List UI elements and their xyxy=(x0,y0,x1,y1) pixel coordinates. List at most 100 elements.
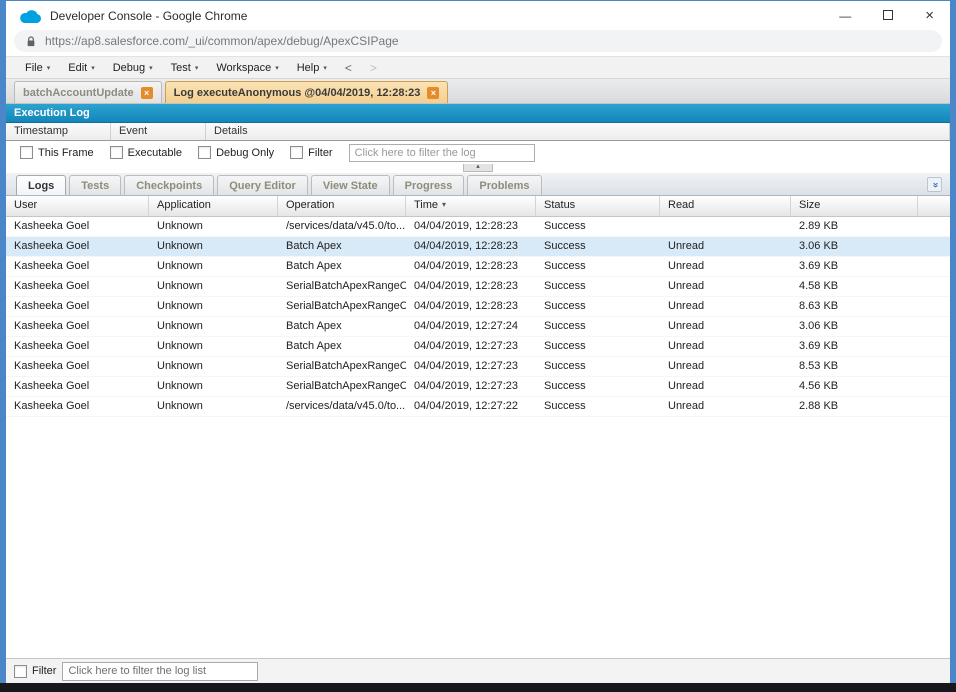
log-cell-spacer xyxy=(918,217,950,236)
menu-help[interactable]: Help ▾ xyxy=(288,59,336,77)
log-cell-read: Unread xyxy=(668,400,705,412)
column-header-user[interactable]: User xyxy=(6,196,149,216)
column-header-operation[interactable]: Operation xyxy=(278,196,406,216)
log-cell-application: Unknown xyxy=(157,260,203,272)
log-cell-time: 04/04/2019, 12:28:23 xyxy=(414,260,518,272)
log-row[interactable]: Kasheeka Goel Unknown SerialBatchApexRange… xyxy=(6,357,950,377)
menu-workspace[interactable]: Workspace ▾ xyxy=(207,59,287,77)
log-cell-time: 04/04/2019, 12:28:23 xyxy=(414,300,518,312)
tab-checkpoints[interactable]: Checkpoints xyxy=(124,175,215,195)
log-row[interactable]: Kasheeka Goel Unknown Batch Apex 04/04/2019… xyxy=(6,257,950,277)
column-header-time[interactable]: Time ▾ xyxy=(406,196,536,216)
log-row[interactable]: Kasheeka Goel Unknown SerialBatchApexRange… xyxy=(6,277,950,297)
checkbox-icon[interactable] xyxy=(14,664,27,678)
collapse-panel-button[interactable]: » xyxy=(927,177,942,192)
menu-test[interactable]: Test ▾ xyxy=(162,59,208,77)
log-cell-status: Success xyxy=(544,360,586,372)
column-header-spacer xyxy=(918,196,950,216)
nav-forward-button[interactable]: > xyxy=(361,61,386,75)
menu-file[interactable]: File ▾ xyxy=(16,59,59,77)
maximize-button[interactable] xyxy=(883,9,894,22)
filter-checkbox-filter[interactable]: Filter xyxy=(290,146,333,159)
tab-label: Tests xyxy=(81,179,110,192)
screen: Developer Console - Google Chrome — × ht… xyxy=(0,0,956,692)
log-row[interactable]: Kasheeka Goel Unknown SerialBatchApexRange… xyxy=(6,297,950,317)
log-cell-status: Success xyxy=(544,280,586,292)
column-header-timestamp[interactable]: Timestamp xyxy=(6,123,111,140)
tab-problems[interactable]: Problems xyxy=(467,175,542,195)
tab-query-editor[interactable]: Query Editor xyxy=(217,175,308,195)
log-cell-time: 04/04/2019, 12:27:22 xyxy=(414,400,518,412)
salesforce-cloud-icon xyxy=(20,9,41,23)
column-header-status[interactable]: Status xyxy=(536,196,660,216)
log-cell-read: Unread xyxy=(668,360,705,372)
checkbox-icon[interactable] xyxy=(290,146,304,159)
execution-log-panel-header: Execution Log xyxy=(6,104,950,123)
log-cell-size: 8.53 KB xyxy=(799,360,839,372)
log-cell-spacer xyxy=(918,357,950,376)
menu-debug[interactable]: Debug ▾ xyxy=(104,59,162,77)
log-cell-application: Unknown xyxy=(157,340,203,352)
checkbox-label: This Frame xyxy=(38,146,94,159)
nav-back-button[interactable]: < xyxy=(336,61,361,75)
column-header-size[interactable]: Size xyxy=(791,196,918,216)
tab-logs[interactable]: Logs xyxy=(16,175,67,195)
menu-bar: File ▾ Edit ▾ Debug ▾ Test ▾ Workspace ▾ Help ▾ < > xyxy=(6,57,950,79)
log-row[interactable]: Kasheeka Goel Unknown/services/data/v45.0… xyxy=(6,217,950,237)
log-cell-size: 3.69 KB xyxy=(799,260,839,272)
log-row[interactable]: Kasheeka Goel Unknown Batch Apex 04/04/2019… xyxy=(6,237,950,257)
log-cell-size: 8.63 KB xyxy=(799,300,839,312)
maximize-icon xyxy=(883,9,894,20)
tab-label: Progress xyxy=(404,179,453,192)
log-row[interactable]: Kasheeka Goel Unknown SerialBatchApexRange… xyxy=(6,377,950,397)
log-cell-read: Unread xyxy=(668,380,705,392)
log-cell-operation: Batch Apex xyxy=(286,260,342,272)
log-list-filter-input[interactable] xyxy=(62,661,259,681)
bottom-filter-checkbox[interactable]: Filter xyxy=(14,664,56,678)
log-filter-input[interactable] xyxy=(348,143,535,162)
log-row[interactable]: Kasheeka Goel Unknown Batch Apex 04/04/2019… xyxy=(6,317,950,337)
log-cell-time: 04/04/2019, 12:28:23 xyxy=(414,220,518,232)
log-cell-operation: /services/data/v45.0/to... xyxy=(286,400,406,412)
filter-checkbox-executable[interactable]: Executable xyxy=(109,146,182,159)
column-header-read[interactable]: Read xyxy=(660,196,791,216)
workspace-tab-batchaccountupdate[interactable]: batchAccountUpdate × xyxy=(14,81,162,103)
close-tab-icon[interactable]: × xyxy=(427,86,440,99)
log-cell-read: Unread xyxy=(668,300,705,312)
log-cell-size: 4.58 KB xyxy=(799,280,839,292)
log-cell-user: Kasheeka Goel xyxy=(14,220,90,232)
log-cell-read: Unread xyxy=(668,280,705,292)
workspace-tab-log-executeanonymous-04-04-201[interactable]: Log executeAnonymous @04/04/2019, 12:28:… xyxy=(164,81,449,103)
log-cell-application: Unknown xyxy=(157,220,203,232)
log-table-empty-area xyxy=(6,417,950,658)
panel-collapse-handle[interactable]: ▴ xyxy=(463,163,493,172)
tab-tests[interactable]: Tests xyxy=(69,175,122,195)
tab-progress[interactable]: Progress xyxy=(392,175,465,195)
column-header-application[interactable]: Application xyxy=(149,196,278,216)
address-field[interactable]: https://ap8.salesforce.com/_ui/common/ap… xyxy=(14,30,942,52)
tab-view-state[interactable]: View State xyxy=(310,175,390,195)
chevron-double-down-icon: » xyxy=(929,181,941,188)
close-button[interactable]: × xyxy=(925,8,934,23)
log-cell-spacer xyxy=(918,377,950,396)
log-row[interactable]: Kasheeka Goel Unknown Batch Apex 04/04/2019… xyxy=(6,337,950,357)
log-cell-application: Unknown xyxy=(157,280,203,292)
filter-checkbox-this-frame[interactable]: This Frame xyxy=(20,146,94,159)
filter-checkbox-debug-only[interactable]: Debug Only xyxy=(198,146,274,159)
checkbox-icon[interactable] xyxy=(198,146,212,159)
tab-label: Query Editor xyxy=(229,179,296,192)
tab-label: View State xyxy=(322,179,378,192)
log-cell-time: 04/04/2019, 12:27:24 xyxy=(414,320,518,332)
menu-edit[interactable]: Edit ▾ xyxy=(59,59,103,77)
log-cell-spacer xyxy=(918,317,950,336)
column-header-details[interactable]: Details xyxy=(206,123,950,140)
checkbox-icon[interactable] xyxy=(20,146,33,159)
checkbox-icon[interactable] xyxy=(109,146,123,159)
title-bar: Developer Console - Google Chrome — × xyxy=(6,1,950,30)
menu-label: Debug xyxy=(112,61,146,74)
column-header-event[interactable]: Event xyxy=(111,123,206,140)
close-tab-icon[interactable]: × xyxy=(140,86,153,99)
log-cell-user: Kasheeka Goel xyxy=(14,380,90,392)
minimize-button[interactable]: — xyxy=(839,10,851,22)
log-row[interactable]: Kasheeka Goel Unknown/services/data/v45.0… xyxy=(6,397,950,417)
